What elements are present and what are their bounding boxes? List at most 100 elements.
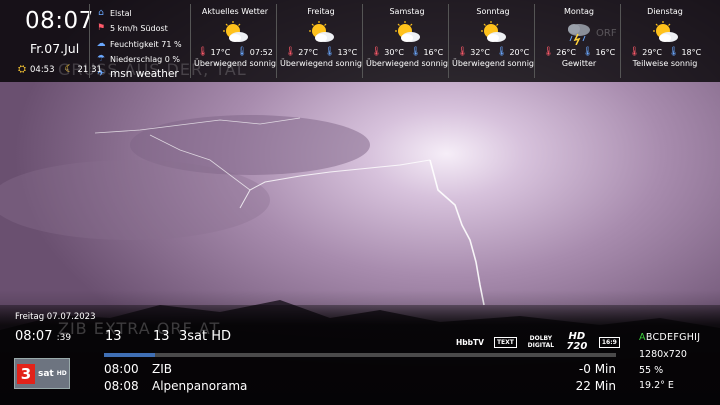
tech-alpha-active: A	[639, 332, 646, 343]
wind-flag-icon: ⚑	[96, 23, 106, 34]
forecast-temp-low: 07:52	[249, 47, 273, 57]
partly-sunny-icon	[622, 20, 708, 46]
thermometer-hot-icon: 🌡	[197, 47, 209, 57]
channel-name: 3sat HD	[179, 329, 232, 344]
rain-icon: ☂	[96, 53, 106, 64]
next-event-title: Alpenpanorama	[152, 379, 248, 393]
forecast-day-name: Montag	[564, 7, 594, 16]
forecast-day: Sonntag 🌡 32°C 🌡 20°C Überwiegend sonnig	[450, 6, 536, 68]
divider	[448, 4, 449, 78]
aspect-badge: 16:9	[598, 336, 620, 348]
next-event-time: 08:08	[104, 379, 139, 393]
thermometer-hot-icon: 🌡	[284, 47, 297, 57]
humidity-icon: ☁	[96, 38, 106, 49]
thermometer-cold-icon: 🌡	[668, 47, 680, 57]
divider	[89, 4, 90, 78]
hd-badge: HD 720	[566, 331, 588, 352]
now-event-time: 08:00	[104, 362, 139, 376]
forecast-day-name: Freitag	[307, 7, 335, 16]
forecast-temp-high: 30°C	[384, 47, 404, 57]
clock-time: 08:07	[25, 8, 94, 34]
channel-logo: 3 sat HD	[14, 358, 70, 389]
logo-word: sat	[38, 368, 54, 379]
forecast-description: Überwiegend sonnig	[365, 59, 449, 68]
forecast-description: Gewitter	[561, 59, 597, 68]
forecast-day-name: Sonntag	[476, 7, 510, 16]
now-event-remaining: -0 Min	[578, 362, 616, 376]
divider	[362, 4, 363, 78]
logo-number: 3	[17, 363, 35, 384]
teletext-badge: TEXT	[493, 336, 517, 348]
channel-number: 13	[105, 329, 122, 344]
sunrise-time: 04:53	[30, 64, 55, 75]
next-event-remaining: 22 Min	[575, 379, 616, 393]
infobar-time: 08:07	[15, 329, 53, 344]
sunrise-icon: ⛭	[18, 64, 26, 75]
thermometer-cold-icon: 🌡	[410, 47, 422, 57]
partly-sunny-icon	[192, 20, 278, 46]
weather-bar: 08:07 Fr.07.Jul ⛭ 04:53 ☾ 21:31 GRUSS AU…	[0, 0, 720, 82]
home-icon: ⌂	[98, 8, 104, 18]
forecast-temp-low: 18°C	[681, 47, 702, 57]
thermometer-hot-icon: 🌡	[542, 47, 555, 57]
forecast-day: Aktuelles Wetter 🌡 17°C 🌡 07:52 Überwiegend s…	[192, 6, 278, 68]
forecast-day: Samstag 🌡 30°C 🌡 16°C Überwiegend sonnig	[364, 6, 450, 68]
forecast-description: Überwiegend sonnig	[279, 59, 363, 68]
forecast-description: Überwiegend sonnig	[193, 59, 277, 68]
logo-hd: HD	[56, 370, 67, 377]
location-name: Elstal	[110, 9, 132, 18]
forecast-temp-low: 16°C	[423, 47, 444, 57]
thermometer-hot-icon: 🌡	[456, 47, 469, 57]
forecast-description: Teilweise sonnig	[632, 59, 698, 68]
forecast-temp-low: 16°C	[595, 47, 616, 57]
feature-badges: HbbTV TEXT DOLBY DIGITAL HD 720 16:9	[456, 332, 620, 352]
forecast-day: Montag 🌡 26°C 🌡 16°C Gewitter	[536, 6, 622, 68]
channel-infobar: Freitag 07.07.2023 08:07 :39 ZIB EXTRA O…	[0, 305, 720, 405]
forecast-temp-high: 29°C	[642, 47, 662, 57]
forecast-day-name: Samstag	[389, 7, 425, 16]
msn-icon: ✈	[97, 69, 105, 80]
divider	[190, 4, 191, 78]
tech-signal: 55 %	[639, 365, 664, 376]
weather-source: msn weather	[110, 68, 179, 81]
forecast-temp-high: 26°C	[556, 47, 576, 57]
thermometer-cold-icon: 🌡	[236, 47, 248, 57]
forecast-temp-low: 20°C	[509, 47, 530, 57]
wind-value: 5 km/h Südost	[110, 24, 168, 34]
tech-alphabet: ABCDEFGHIJ	[639, 332, 700, 343]
forecast-temp-high: 32°C	[470, 47, 490, 57]
thermometer-hot-icon: 🌡	[628, 47, 641, 57]
forecast-day-name: Aktuelles Wetter	[201, 7, 269, 16]
now-event-title: ZIB	[152, 362, 172, 376]
tech-resolution: 1280x720	[639, 349, 687, 360]
event-progress-fill	[104, 353, 156, 357]
forecast-day-name: Dienstag	[647, 7, 683, 16]
event-progress-bar	[104, 353, 616, 357]
channel-number-secondary: 13	[153, 329, 170, 344]
forecast-day: Freitag 🌡 27°C 🌡 13°C Überwiegend sonnig	[278, 6, 364, 68]
partly-sunny-icon	[278, 20, 364, 46]
hbbtv-badge: HbbTV	[456, 337, 484, 347]
dolby-badge: DOLBY DIGITAL	[527, 335, 555, 349]
forecast-temp-high: 17°C	[210, 47, 231, 57]
thunderstorm-icon	[536, 20, 622, 46]
thermometer-hot-icon: 🌡	[370, 47, 383, 57]
forecast-temp-high: 27°C	[298, 47, 318, 57]
thermometer-cold-icon: 🌡	[496, 47, 508, 57]
forecast-day: Dienstag 🌡 29°C 🌡 18°C Teilweise sonnig	[622, 6, 708, 68]
tech-orbital-position: 19.2° E	[639, 380, 674, 391]
tech-alpha-rest: BCDEFGHIJ	[645, 332, 701, 343]
thermometer-cold-icon: 🌡	[582, 47, 594, 57]
partly-sunny-icon	[450, 20, 536, 46]
precip-value: Niederschlag 0 %	[110, 54, 181, 64]
partly-sunny-icon	[364, 20, 450, 46]
divider	[620, 4, 621, 78]
location-details: ⌂ Elstal ⚑ 5 km/h Südost ☁ Feuchtigkeit 71 …	[96, 6, 182, 82]
forecast-temp-low: 13°C	[337, 47, 358, 57]
divider	[276, 4, 277, 78]
forecast-description: Überwiegend sonnig	[451, 59, 535, 68]
divider	[534, 4, 535, 78]
thermometer-cold-icon: 🌡	[324, 47, 336, 57]
humidity-value: Feuchtigkeit 71 %	[110, 39, 182, 49]
clock-date: Fr.07.Jul	[30, 41, 80, 56]
